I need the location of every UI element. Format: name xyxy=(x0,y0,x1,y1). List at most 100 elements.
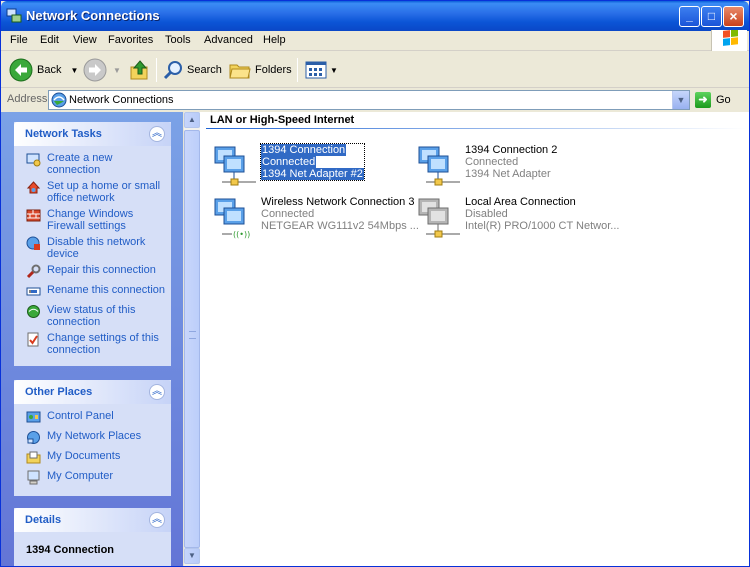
place-my-documents[interactable]: My Documents xyxy=(26,450,165,466)
window-title: Network Connections xyxy=(26,8,160,23)
disable-network-icon xyxy=(26,236,40,250)
place-my-network-places[interactable]: My Network Places xyxy=(26,430,165,446)
settings-check-icon xyxy=(27,332,39,347)
collapse-chevron-icon[interactable]: ︽ xyxy=(149,384,165,400)
network-tasks-header[interactable]: Network Tasks ︽ xyxy=(14,122,171,146)
other-places-title: Other Places xyxy=(25,386,93,398)
connection-1394-2[interactable]: 1394 Connection 2 Connected 1394 Net Ada… xyxy=(416,144,616,188)
forward-button[interactable]: ▼ xyxy=(83,57,121,83)
back-button[interactable]: Back ▼ xyxy=(9,57,78,83)
maximize-button[interactable]: □ xyxy=(701,6,722,27)
menu-tools[interactable]: Tools xyxy=(165,34,191,46)
place-my-computer[interactable]: My Computer xyxy=(26,470,165,486)
firewall-icon xyxy=(26,209,41,222)
close-button[interactable]: × xyxy=(723,6,744,27)
connection-status: Disabled xyxy=(465,208,508,220)
scroll-down-button[interactable]: ▼ xyxy=(184,548,200,564)
views-button[interactable]: ▼ xyxy=(305,57,338,83)
address-label: Address xyxy=(7,93,48,105)
menu-file[interactable]: File xyxy=(10,34,28,46)
control-panel-icon xyxy=(26,411,41,423)
details-selected-name: 1394 Connection xyxy=(26,544,115,556)
group-header: LAN or High-Speed Internet xyxy=(210,114,355,126)
connection-device: 1394 Net Adapter xyxy=(465,168,551,180)
details-panel: Details ︽ 1394 Connection xyxy=(14,508,171,566)
forward-dropdown-icon[interactable]: ▼ xyxy=(113,66,121,75)
go-button[interactable]: ➜ Go xyxy=(695,91,731,109)
toolbar-separator xyxy=(156,58,157,82)
up-button[interactable] xyxy=(129,57,151,83)
menu-help[interactable]: Help xyxy=(263,34,286,46)
forward-arrow-icon xyxy=(83,58,107,82)
connection-name: Wireless Network Connection 3 xyxy=(261,196,415,208)
connection-wireless-3[interactable]: ((•)) Wireless Network Connection 3 Conn… xyxy=(212,196,419,240)
views-dropdown-icon[interactable]: ▼ xyxy=(330,66,338,75)
scroll-thumb[interactable] xyxy=(184,130,200,548)
connection-device: Intel(R) PRO/1000 CT Networ... xyxy=(465,220,620,232)
task-repair-connection[interactable]: Repair this connection xyxy=(26,264,165,280)
windows-logo-icon xyxy=(711,29,747,51)
connection-name: 1394 Connection 2 xyxy=(465,144,558,156)
task-pane: Network Tasks ︽ Create a new connection … xyxy=(1,112,183,566)
back-dropdown-icon[interactable]: ▼ xyxy=(70,66,78,75)
menu-view[interactable]: View xyxy=(73,34,97,46)
other-places-header[interactable]: Other Places ︽ xyxy=(14,380,171,404)
network-connections-icon xyxy=(51,92,67,108)
task-disable-device[interactable]: Disable this network device xyxy=(26,236,165,260)
documents-folder-icon xyxy=(26,451,41,464)
connection-device: NETGEAR WG111v2 54Mbps ... xyxy=(261,220,419,232)
task-change-settings[interactable]: Change settings of this connection xyxy=(26,332,165,356)
folders-button[interactable]: Folders xyxy=(229,57,292,83)
task-firewall-settings[interactable]: Change Windows Firewall settings xyxy=(26,208,165,232)
search-label: Search xyxy=(187,64,222,76)
computer-icon xyxy=(27,470,40,485)
menu-edit[interactable]: Edit xyxy=(40,34,59,46)
connection-1394[interactable]: 1394 Connection Connected 1394 Net Adapt… xyxy=(212,143,412,188)
place-control-panel[interactable]: Control Panel xyxy=(26,410,165,426)
details-header[interactable]: Details ︽ xyxy=(14,508,171,532)
address-bar: Address Network Connections ▼ ➜ Go xyxy=(1,89,749,111)
group-divider xyxy=(206,128,746,129)
other-places-panel: Other Places ︽ Control Panel My Network … xyxy=(14,380,171,496)
menu-advanced[interactable]: Advanced xyxy=(204,34,253,46)
go-arrow-icon: ➜ xyxy=(695,92,711,108)
collapse-chevron-icon[interactable]: ︽ xyxy=(149,512,165,528)
connections-view: LAN or High-Speed Internet 1394 Connecti… xyxy=(200,112,749,566)
lan-connection-icon xyxy=(418,146,460,186)
folders-label: Folders xyxy=(255,64,292,76)
scroll-up-button[interactable]: ▲ xyxy=(184,112,200,128)
connection-local-area[interactable]: Local Area Connection Disabled Intel(R) … xyxy=(416,196,620,240)
network-tasks-panel: Network Tasks ︽ Create a new connection … xyxy=(14,122,171,366)
task-view-status[interactable]: View status of this connection xyxy=(26,304,165,328)
up-folder-icon xyxy=(130,60,148,80)
collapse-chevron-icon[interactable]: ︽ xyxy=(149,126,165,142)
task-home-network[interactable]: Set up a home or small office network xyxy=(26,180,165,204)
menu-bar: File Edit View Favorites Tools Advanced … xyxy=(1,29,749,51)
view-status-icon xyxy=(27,305,40,318)
lan-connection-icon xyxy=(214,146,256,186)
connection-name: Local Area Connection xyxy=(465,196,576,208)
back-arrow-icon xyxy=(9,58,33,82)
views-icon xyxy=(305,61,327,79)
back-label: Back xyxy=(37,64,62,76)
standard-toolbar: Back ▼ ▼ Search Folders ▼ xyxy=(1,52,749,88)
network-places-icon xyxy=(27,431,40,444)
network-tasks-title: Network Tasks xyxy=(25,128,102,140)
task-create-connection[interactable]: Create a new connection xyxy=(26,152,165,176)
task-pane-scrollbar[interactable]: ▲ ▼ xyxy=(183,112,200,566)
title-bar[interactable]: Network Connections _ □ × xyxy=(1,1,749,31)
rename-icon xyxy=(26,287,41,296)
menu-favorites[interactable]: Favorites xyxy=(108,34,153,46)
address-input[interactable]: Network Connections ▼ xyxy=(48,90,690,110)
address-dropdown-button[interactable]: ▼ xyxy=(672,91,689,109)
wireless-connection-icon: ((•)) xyxy=(214,198,250,239)
search-icon xyxy=(163,61,182,80)
connection-status: Connected xyxy=(261,208,315,220)
svg-text:((•)): ((•)) xyxy=(233,230,250,239)
new-connection-icon xyxy=(26,153,41,167)
minimize-button[interactable]: _ xyxy=(679,6,700,27)
task-rename-connection[interactable]: Rename this connection xyxy=(26,284,165,300)
connection-status: Connected xyxy=(465,156,519,168)
search-button[interactable]: Search xyxy=(163,57,222,83)
home-network-icon xyxy=(26,181,41,194)
